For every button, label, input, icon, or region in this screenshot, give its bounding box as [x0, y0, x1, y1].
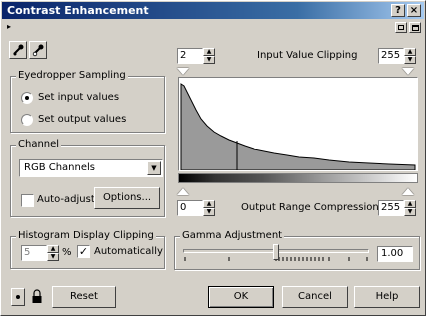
histogram-clipping-spinner[interactable]: 5 ▲ ▼	[21, 245, 59, 261]
title-bar: Contrast Enhancement ? ×	[2, 2, 424, 19]
histogram-panel[interactable]	[178, 77, 418, 171]
single-view-button[interactable]	[409, 22, 421, 33]
options-button[interactable]: Options...	[94, 187, 160, 209]
spin-up-icon[interactable]: ▲	[203, 48, 215, 56]
input-low-value[interactable]: 2	[177, 48, 203, 64]
eyedropper-white-icon	[32, 44, 44, 57]
cancel-button[interactable]: Cancel	[282, 286, 348, 308]
preview-toggle-button[interactable]	[11, 288, 25, 306]
spin-down-icon[interactable]: ▼	[404, 208, 416, 216]
channel-selected-value: RGB Channels	[24, 162, 96, 173]
eyedropper-white-button[interactable]	[29, 41, 47, 59]
output-low-value[interactable]: 0	[177, 200, 203, 216]
spin-down-icon[interactable]: ▼	[203, 56, 215, 64]
output-high-value[interactable]: 255	[378, 200, 404, 216]
spin-down-icon[interactable]: ▼	[404, 56, 416, 64]
gamma-adjustment-label: Gamma Adjustment	[180, 230, 285, 241]
set-input-values-label: Set input values	[38, 92, 120, 103]
histogram-clipping-unit: %	[62, 247, 72, 258]
eyedropper-black-icon	[13, 44, 24, 56]
automatically-checkbox[interactable]: ✓	[77, 245, 90, 258]
input-low-handle[interactable]	[177, 68, 189, 75]
contrast-enhancement-dialog: Contrast Enhancement ? × ▸ Eyedropper Sa…	[0, 0, 426, 316]
spin-up-icon[interactable]: ▲	[203, 200, 215, 208]
gamma-slider-thumb[interactable]	[273, 244, 279, 260]
ok-button[interactable]: OK	[208, 286, 274, 308]
auto-adjust-checkbox[interactable]	[21, 194, 34, 207]
set-output-values-label: Set output values	[38, 114, 127, 125]
output-range-compression-label: Output Range Compression	[241, 202, 379, 213]
help-title-button[interactable]: ?	[391, 4, 405, 17]
split-view-button[interactable]	[395, 22, 407, 33]
output-low-handle[interactable]	[177, 188, 189, 195]
window-title: Contrast Enhancement	[7, 4, 149, 17]
output-high-handle[interactable]	[402, 188, 414, 195]
spin-up-icon[interactable]: ▲	[47, 245, 59, 253]
histogram-clipping-label: Histogram Display Clipping	[16, 230, 156, 241]
auto-adjust-label: Auto-adjust	[37, 194, 95, 205]
spin-up-icon[interactable]: ▲	[404, 48, 416, 56]
help-button[interactable]: Help	[354, 286, 420, 308]
input-high-handle[interactable]	[402, 68, 414, 75]
lock-button[interactable]	[30, 288, 44, 306]
set-input-values-radio[interactable]	[21, 92, 33, 104]
histogram-graph	[180, 83, 416, 170]
input-high-spinner[interactable]: 255 ▲ ▼	[378, 48, 416, 64]
spin-up-icon[interactable]: ▲	[404, 200, 416, 208]
spin-down-icon[interactable]: ▼	[47, 253, 59, 261]
eyedropper-sampling-label: Eyedropper Sampling	[16, 70, 128, 81]
input-high-value[interactable]: 255	[378, 48, 404, 64]
output-low-spinner[interactable]: 0 ▲ ▼	[177, 200, 215, 216]
input-value-clipping-label: Input Value Clipping	[257, 50, 358, 61]
output-gradient-bar	[178, 173, 418, 183]
single-view-icon	[412, 25, 419, 31]
channel-label: Channel	[16, 139, 62, 150]
lock-icon	[32, 289, 42, 303]
eyedropper-black-button[interactable]	[9, 41, 27, 59]
set-output-values-radio[interactable]	[21, 114, 33, 126]
output-high-spinner[interactable]: 255 ▲ ▼	[378, 200, 416, 216]
channel-dropdown[interactable]: RGB Channels ▼	[19, 159, 163, 177]
input-low-spinner[interactable]: 2 ▲ ▼	[177, 48, 215, 64]
preview-toggle-icon	[16, 295, 20, 299]
gamma-value-field[interactable]: 1.00	[377, 246, 413, 262]
chevron-down-icon[interactable]: ▼	[147, 161, 161, 175]
spin-down-icon[interactable]: ▼	[203, 208, 215, 216]
expand-arrow-icon[interactable]: ▸	[7, 22, 11, 31]
histogram-clipping-value[interactable]: 5	[21, 245, 47, 261]
close-button[interactable]: ×	[407, 4, 421, 17]
split-view-icon	[398, 25, 404, 30]
reset-button[interactable]: Reset	[52, 286, 116, 308]
automatically-label: Automatically	[94, 246, 163, 257]
